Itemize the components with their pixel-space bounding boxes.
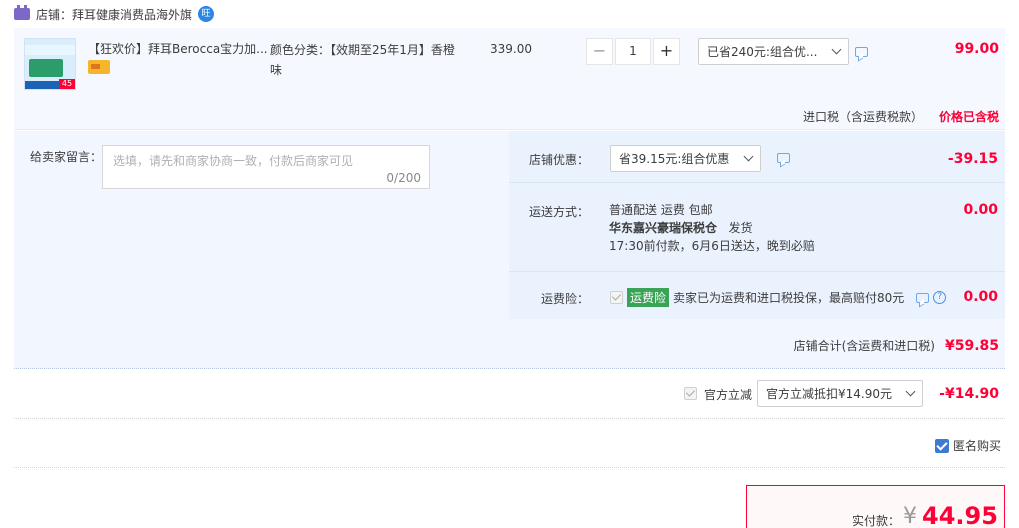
product-title-link[interactable]: 【狂欢价】拜耳Berocca宝力加... [88,40,270,58]
shop-header: 店铺： 拜耳健康消费品海外旗 旺 [14,4,215,24]
official-discount-amount: -¥14.90 [939,386,999,402]
official-discount-label: 官方立减 [704,388,753,402]
payment-label: 实付款： [852,514,901,528]
shop-icon [14,5,30,20]
payment-amount: 44.95 [922,502,998,528]
shop-total: 店铺合计(含运费和进口税) ¥59.85 [794,337,999,354]
message-section: 给卖家留言： 选填，请先和商家协商一致，付款后商家可见 0/200 [14,131,509,369]
payment-currency: ¥ [903,504,917,528]
shipping-deliver: 发货 [728,221,753,235]
product-thumbnail[interactable]: 45 [24,38,76,90]
shop-name[interactable]: 拜耳健康消费品海外旗 [72,6,192,23]
shop-options-panel: 店铺优惠： 省39.15元:组合优惠 -39.15 运送方式： 普通配送 运费 … [509,131,1005,319]
chevron-down-icon [831,44,842,55]
shipping-label: 运送方式： [528,205,589,219]
item-total: 99.00 [954,41,999,57]
official-discount-select[interactable]: 官方立减抵扣¥14.90元 [757,380,923,407]
shipping-row: 运送方式： 普通配送 运费 包邮 华东嘉兴豪瑞保税仓 发货 17:30前付款，6… [509,184,1005,272]
promo-info-icon[interactable] [855,47,868,57]
tax-label: 进口税（含运费税款） [802,110,923,124]
insurance-label: 运费险： [540,292,589,306]
payment-total-box: 实付款： ¥ 44.95 [746,485,1005,528]
anonymous-purchase-label: 匿名购买 [952,439,1001,453]
message-label: 给卖家留言： [30,150,103,164]
shipping-warehouse: 华东嘉兴豪瑞保税仓 [609,221,718,235]
message-char-count: 0/200 [386,171,421,185]
coupon-label: 店铺优惠： [528,153,589,167]
unit-price: 339.00 [490,42,532,56]
chevron-down-icon [743,151,754,162]
anonymous-purchase-row: 匿名购买 [14,420,1005,468]
import-tax-line: 进口税（含运费税款） 价格已含税 [803,108,999,125]
card-icon [88,60,110,74]
shop-total-label: 店铺合计(含运费和进口税) [793,339,935,353]
wangwang-chat-icon[interactable]: 旺 [198,6,215,22]
tax-value: 价格已含税 [938,110,999,124]
insurance-info-icon[interactable] [916,292,930,303]
quantity-stepper: − 1 + [586,38,680,65]
shipping-amount: 0.00 [963,202,998,218]
insurance-text: 卖家已为运费和进口税投保，最高赔付80元 [673,291,905,305]
shipping-details: 普通配送 运费 包邮 华东嘉兴豪瑞保税仓 发货 17:30前付款，6月6日送达，… [609,201,815,255]
quantity-input[interactable]: 1 [615,38,651,65]
insurance-badge: 运费险 [627,288,670,307]
item-promo-select[interactable]: 已省240元:组合优... [698,38,849,65]
help-icon[interactable]: ? [933,291,947,304]
order-detail-block: 给卖家留言： 选填，请先和商家协商一致，付款后商家可见 0/200 店铺优惠： … [14,131,1005,369]
coupon-amount: -39.15 [947,151,998,167]
order-item-row: 45 【狂欢价】拜耳Berocca宝力加... 颜色分类：【效期至25年1月】香… [14,28,1005,130]
seller-message-input[interactable]: 选填，请先和商家协商一致，付款后商家可见 0/200 [102,145,430,189]
insurance-checkbox [610,291,623,304]
official-discount-value: 官方立减抵扣¥14.90元 [766,387,892,401]
item-promo-value: 已省240元:组合优... [707,45,818,59]
coupon-info-icon[interactable] [777,153,790,163]
shipping-eta: 17:30前付款，6月6日送达，晚到必赔 [609,239,815,253]
shop-coupon-select[interactable]: 省39.15元:组合优惠 [610,145,761,172]
sku-label: 颜色分类： [270,43,331,57]
quantity-increase-button[interactable]: + [653,38,680,65]
shop-label: 店铺： [36,7,73,22]
official-discount-checkbox [684,387,697,400]
product-sku: 颜色分类：【效期至25年1月】香橙味 [270,40,456,80]
shipping-method: 普通配送 运费 包邮 [609,203,713,217]
shop-total-value: ¥59.85 [944,337,999,354]
official-discount-row: 官方立减 官方立减抵扣¥14.90元 -¥14.90 [14,370,1005,419]
insurance-amount: 0.00 [963,289,998,305]
shop-coupon-row: 店铺优惠： 省39.15元:组合优惠 -39.15 [509,131,1005,183]
chevron-down-icon [905,386,916,397]
thumbnail-badge: 45 [59,79,75,89]
message-placeholder: 选填，请先和商家协商一致，付款后商家可见 [113,154,354,168]
anonymous-purchase-checkbox[interactable] [934,438,949,453]
coupon-value: 省39.15元:组合优惠 [619,152,730,166]
quantity-decrease-button[interactable]: − [586,38,613,65]
freight-insurance-row: 运费险： 运费险 卖家已为运费和进口税投保，最高赔付80元 ? 0.00 [509,273,1005,319]
